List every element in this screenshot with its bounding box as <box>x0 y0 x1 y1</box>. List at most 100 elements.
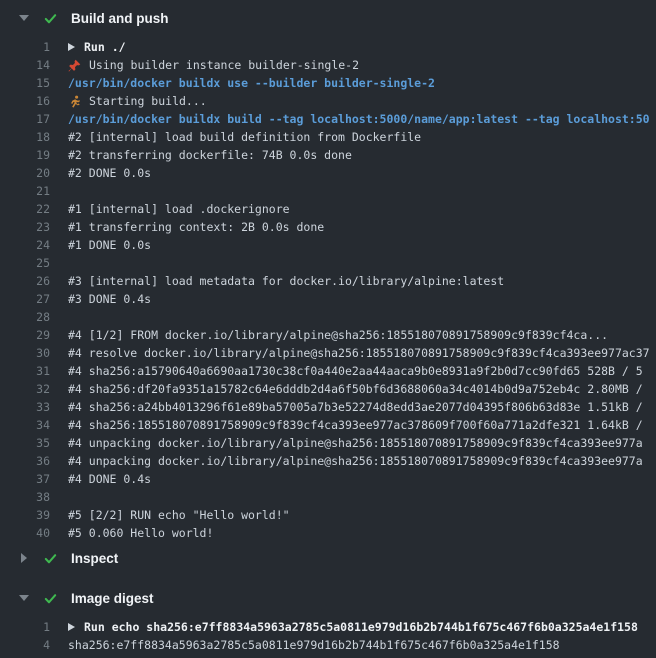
log-line-text: sha256:e7ff8834a5963a2785c5a0811e979d16b… <box>68 636 560 654</box>
section-title: Image digest <box>71 591 154 606</box>
log-line-content: /usr/bin/docker buildx build --tag local… <box>68 110 656 128</box>
line-number-link[interactable]: 14 <box>0 56 50 74</box>
line-number-link[interactable]: 31 <box>0 362 50 380</box>
line-number-link[interactable]: 32 <box>0 380 50 398</box>
log-line-text: #4 unpacking docker.io/library/alpine@sh… <box>68 452 643 470</box>
line-number-link[interactable]: 25 <box>0 254 50 272</box>
line-number-link[interactable]: 19 <box>0 146 50 164</box>
line-number-link[interactable]: 26 <box>0 272 50 290</box>
line-number-link[interactable]: 30 <box>0 344 50 362</box>
log-line-content <box>68 182 656 200</box>
line-number-link[interactable]: 35 <box>0 434 50 452</box>
line-number-link[interactable]: 17 <box>0 110 50 128</box>
line-number-link[interactable]: 38 <box>0 488 50 506</box>
log-line: 40 #5 0.060 Hello world! <box>0 524 656 542</box>
log-line: 30 #4 resolve docker.io/library/alpine@sh… <box>0 344 656 362</box>
line-number-link[interactable]: 29 <box>0 326 50 344</box>
log-line-content: #3 [internal] load metadata for docker.i… <box>68 272 656 290</box>
line-number-link[interactable]: 36 <box>0 452 50 470</box>
chevron-down-icon[interactable] <box>18 15 30 21</box>
line-number-link[interactable]: 34 <box>0 416 50 434</box>
line-number-link[interactable]: 27 <box>0 290 50 308</box>
line-number-link[interactable]: 1 <box>0 38 50 56</box>
section-header-image-digest[interactable]: Image digest <box>0 588 656 608</box>
log-line: 38 <box>0 488 656 506</box>
log-line-content: #4 sha256:a15790640a6690aa1730c38cf0a440… <box>68 362 656 380</box>
line-number-link[interactable]: 21 <box>0 182 50 200</box>
log-line-content: #1 DONE 0.0s <box>68 236 656 254</box>
line-number-link[interactable]: 37 <box>0 470 50 488</box>
log-line: 36 #4 unpacking docker.io/library/alpine@… <box>0 452 656 470</box>
log-line-text: #2 DONE 0.0s <box>68 164 151 182</box>
chevron-triangle <box>19 15 29 21</box>
line-number-link[interactable]: 15 <box>0 74 50 92</box>
log-line-text: #1 DONE 0.0s <box>68 236 151 254</box>
line-number-link[interactable]: 20 <box>0 164 50 182</box>
line-number-link[interactable]: 18 <box>0 128 50 146</box>
chevron-triangle <box>21 553 27 563</box>
line-number-link[interactable]: 4 <box>0 636 50 654</box>
line-number-link[interactable]: 23 <box>0 218 50 236</box>
log-section-image-digest: Image digest 1 Run echo sha256:e7ff8834a59… <box>0 588 656 654</box>
chevron-triangle <box>19 595 29 601</box>
log-line-text: #4 DONE 0.4s <box>68 470 151 488</box>
line-number-link[interactable]: 39 <box>0 506 50 524</box>
line-number-link[interactable]: 1 <box>0 618 50 636</box>
log-section-build-and-push: Build and push 1 Run ./ 14 Using builder ins… <box>0 8 656 542</box>
log-line-content: #4 sha256:a24bb4013296f61e89ba57005a7b3e… <box>68 398 656 416</box>
log-line-text: #5 [2/2] RUN echo "Hello world!" <box>68 506 290 524</box>
line-number-link[interactable]: 24 <box>0 236 50 254</box>
log-line: 34 #4 sha256:185518070891758909c9f839cf4c… <box>0 416 656 434</box>
log-line: 33 #4 sha256:a24bb4013296f61e89ba57005a7b… <box>0 398 656 416</box>
section-title: Inspect <box>71 551 118 566</box>
log-line-text: #4 sha256:df20fa9351a15782c64e6dddb2d4a6… <box>68 380 643 398</box>
runner-icon <box>68 94 82 108</box>
log-line: 19 #2 transferring dockerfile: 74B 0.0s d… <box>0 146 656 164</box>
log-line: 4 sha256:e7ff8834a5963a2785c5a0811e979d16… <box>0 636 656 654</box>
log-line: 37 #4 DONE 0.4s <box>0 470 656 488</box>
success-check-icon <box>43 11 58 26</box>
log-line-text: Run ./ <box>84 38 126 56</box>
log-line-text: #4 sha256:a15790640a6690aa1730c38cf0a440… <box>68 362 643 380</box>
line-number-link[interactable]: 16 <box>0 92 50 110</box>
log-line-content: #4 sha256:df20fa9351a15782c64e6dddb2d4a6… <box>68 380 656 398</box>
section-header-inspect[interactable]: Inspect <box>0 548 656 568</box>
log-line: 23 #1 transferring context: 2B 0.0s done <box>0 218 656 236</box>
line-number-link[interactable]: 28 <box>0 308 50 326</box>
log-line-text: #1 [internal] load .dockerignore <box>68 200 290 218</box>
success-check-icon <box>43 551 58 566</box>
log-line-content[interactable]: Run echo sha256:e7ff8834a5963a2785c5a081… <box>68 618 656 636</box>
log-line-content: #1 transferring context: 2B 0.0s done <box>68 218 656 236</box>
log-line-content <box>68 488 656 506</box>
log-line-text: #3 DONE 0.4s <box>68 290 151 308</box>
log-line-text: #4 sha256:185518070891758909c9f839cf4ca3… <box>68 416 643 434</box>
log-line-text: #5 0.060 Hello world! <box>68 524 213 542</box>
log-line-content: #2 transferring dockerfile: 74B 0.0s don… <box>68 146 656 164</box>
log-line-text: #2 [internal] load build definition from… <box>68 128 421 146</box>
log-line-content: #4 [1/2] FROM docker.io/library/alpine@s… <box>68 326 656 344</box>
log-line-content[interactable]: Run ./ <box>68 38 656 56</box>
section-title: Build and push <box>71 11 169 26</box>
line-number-link[interactable]: 22 <box>0 200 50 218</box>
log-line: 26 #3 [internal] load metadata for docker… <box>0 272 656 290</box>
log-line-content: Using builder instance builder-single-2 <box>68 56 656 74</box>
section-header-build-and-push[interactable]: Build and push <box>0 8 656 28</box>
chevron-down-icon[interactable] <box>18 595 30 601</box>
log-line-content <box>68 308 656 326</box>
log-line-content: #4 resolve docker.io/library/alpine@sha2… <box>68 344 656 362</box>
line-number-link[interactable]: 40 <box>0 524 50 542</box>
line-number-link[interactable]: 33 <box>0 398 50 416</box>
log-section-inspect: Inspect <box>0 548 656 568</box>
log-line-content: #2 [internal] load build definition from… <box>68 128 656 146</box>
chevron-right-icon[interactable] <box>18 553 30 563</box>
log-line-text: #1 transferring context: 2B 0.0s done <box>68 218 324 236</box>
log-line-content: sha256:e7ff8834a5963a2785c5a0811e979d16b… <box>68 636 656 654</box>
log-line: 29 #4 [1/2] FROM docker.io/library/alpine… <box>0 326 656 344</box>
expand-group-toggle-icon[interactable] <box>68 43 75 51</box>
log-line-content: #4 unpacking docker.io/library/alpine@sh… <box>68 434 656 452</box>
expand-group-toggle-icon[interactable] <box>68 623 75 631</box>
log-sections: Build and push1Run ./14Using builder ins… <box>0 8 656 654</box>
log-line: 22 #1 [internal] load .dockerignore <box>0 200 656 218</box>
log-line-content: #5 [2/2] RUN echo "Hello world!" <box>68 506 656 524</box>
log-line-text: #3 [internal] load metadata for docker.i… <box>68 272 504 290</box>
